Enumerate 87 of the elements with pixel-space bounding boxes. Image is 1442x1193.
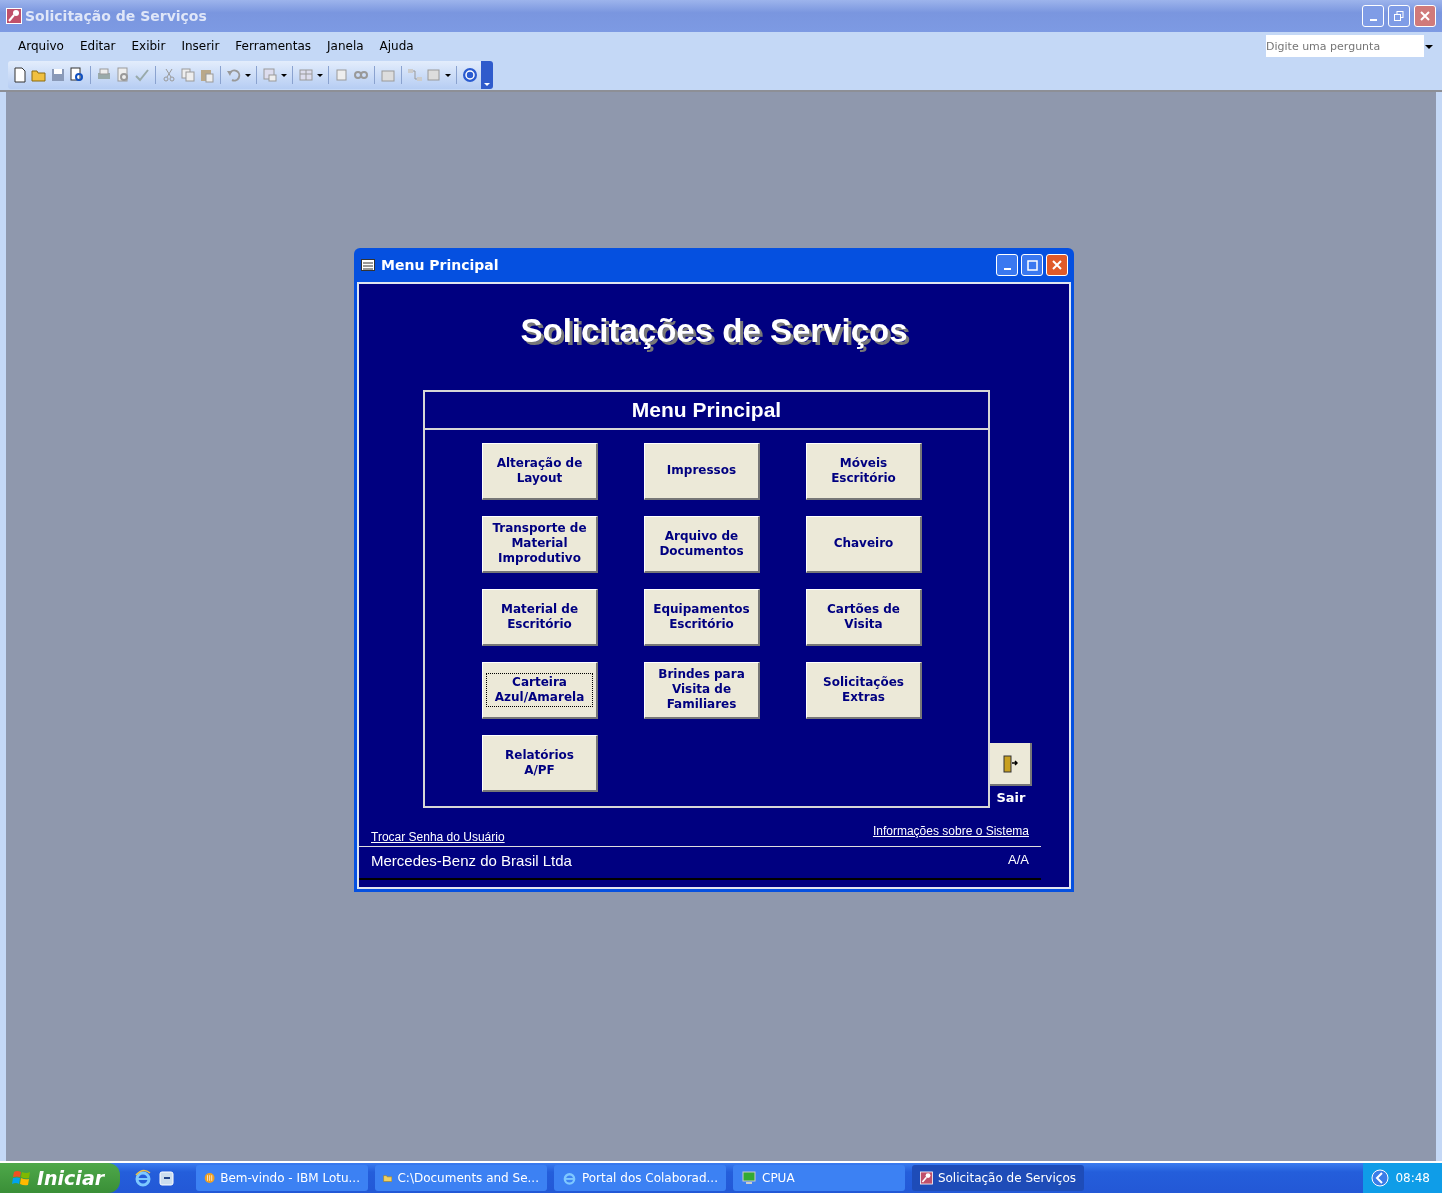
menu-button[interactable]: Arquivo de Documentos [644, 515, 760, 573]
save-icon [50, 67, 66, 83]
menu-button[interactable]: Solicitações Extras [806, 661, 922, 719]
menu-button[interactable]: Cartões de Visita [806, 588, 922, 646]
form-icon [361, 259, 375, 271]
menu-item[interactable]: Inserir [173, 37, 228, 55]
toolbar-button[interactable] [317, 73, 323, 77]
toolbar-button[interactable] [69, 67, 85, 83]
open-folder-icon [31, 67, 47, 83]
menu-item[interactable]: Janela [319, 37, 372, 55]
undo-icon [226, 67, 242, 83]
help-search-field[interactable]: Digite uma pergunta [1266, 35, 1424, 57]
form-heading: Solicitações de Serviços [519, 311, 909, 351]
system-info-link[interactable]: Informações sobre o Sistema [872, 821, 1029, 840]
close-button[interactable] [1046, 254, 1068, 276]
maximize-icon [1026, 259, 1038, 271]
restore-button[interactable] [1388, 5, 1410, 27]
menu-button[interactable]: Relatórios A/PF [482, 734, 598, 792]
relationships-icon [407, 67, 423, 83]
help-icon [462, 67, 478, 83]
menu-item[interactable]: Editar [71, 37, 124, 55]
toolbar-options-button[interactable] [481, 61, 493, 89]
taskbar-button[interactable]: Portal dos Colaborad... [554, 1165, 726, 1191]
spelling-check-icon [134, 67, 150, 83]
caret-icon [245, 73, 251, 77]
windows-logo-icon [12, 1169, 32, 1187]
show-hidden-icons-button[interactable] [1371, 1169, 1390, 1187]
company-name: Mercedes-Benz do Brasil Ltda [371, 850, 572, 871]
menu-item[interactable]: Ajuda [371, 37, 422, 55]
app-icon [920, 1170, 933, 1186]
new-document-icon [12, 67, 28, 83]
restore-icon [1394, 11, 1404, 21]
toolbar-button[interactable] [245, 73, 251, 77]
menu-button[interactable]: Chaveiro [806, 515, 922, 573]
browser-e-icon [562, 1170, 577, 1186]
door-exit-icon [1002, 754, 1018, 773]
exit-label: Sair [996, 789, 1026, 807]
document-search-icon [69, 67, 85, 83]
caret-icon [317, 73, 323, 77]
minimize-icon [1369, 19, 1377, 21]
clock: 08:48 [1395, 1170, 1430, 1187]
minimize-button[interactable] [1362, 5, 1384, 27]
minimize-button[interactable] [996, 254, 1018, 276]
properties-icon [380, 67, 396, 83]
app-icon [6, 8, 22, 24]
start-button[interactable]: Iniciar [0, 1163, 120, 1193]
toolbar-button[interactable] [445, 73, 451, 77]
browser-e-icon[interactable] [134, 1169, 152, 1187]
taskbar-button[interactable]: Solicitação de Serviços [912, 1165, 1084, 1191]
menu-button[interactable]: Alteração de Layout [482, 442, 598, 500]
menu-button[interactable]: Impressos [644, 442, 760, 500]
caret-icon [445, 73, 451, 77]
change-password-link[interactable]: Trocar Senha do Usuário [371, 827, 505, 846]
taskbar-button[interactable]: C:\Documents and Se... [375, 1165, 547, 1191]
menu-button[interactable]: Material de Escritório [482, 588, 598, 646]
copy-icon [180, 67, 196, 83]
menu-button[interactable]: Equipamentos Escritório [644, 588, 760, 646]
taskbar-button[interactable]: CPUA [733, 1165, 905, 1191]
toolbar-button[interactable] [281, 73, 287, 77]
monitor-icon [741, 1170, 757, 1186]
menu-button[interactable]: Carteira Azul/Amarela [482, 661, 598, 719]
maximize-button[interactable] [1021, 254, 1043, 276]
minimize-icon [1003, 268, 1011, 270]
close-icon [1051, 259, 1063, 271]
window-title: Solicitação de Serviços [25, 6, 207, 26]
cut-icon [161, 67, 177, 83]
chevron-left-icon [1371, 1169, 1390, 1187]
circle-logo-icon [204, 1170, 216, 1186]
menu-item[interactable]: Exibir [123, 37, 174, 55]
form-title: Menu Principal [381, 255, 499, 275]
menu-item[interactable]: Ferramentas [227, 37, 319, 55]
table-view-icon [298, 67, 314, 83]
panel-title: Menu Principal [425, 391, 988, 430]
close-icon [1420, 11, 1430, 21]
form-view-icon [262, 67, 278, 83]
menu-button[interactable]: Brindes para Visita de Familiares [644, 661, 760, 719]
taskbar-button[interactable]: Bem-vindo - IBM Lotu... [196, 1165, 368, 1191]
menu-button[interactable]: Transporte de Material Improdutivo [482, 515, 598, 573]
caret-icon [483, 81, 491, 89]
status-code: A/A [1008, 850, 1029, 869]
paste-icon [199, 67, 215, 83]
exit-button[interactable] [990, 743, 1032, 786]
menu-item[interactable]: Arquivo [10, 37, 72, 55]
close-button[interactable] [1414, 5, 1436, 27]
menu-button[interactable]: Móveis Escritório [806, 442, 922, 500]
print-preview-icon [115, 67, 131, 83]
caret-icon [281, 73, 287, 77]
